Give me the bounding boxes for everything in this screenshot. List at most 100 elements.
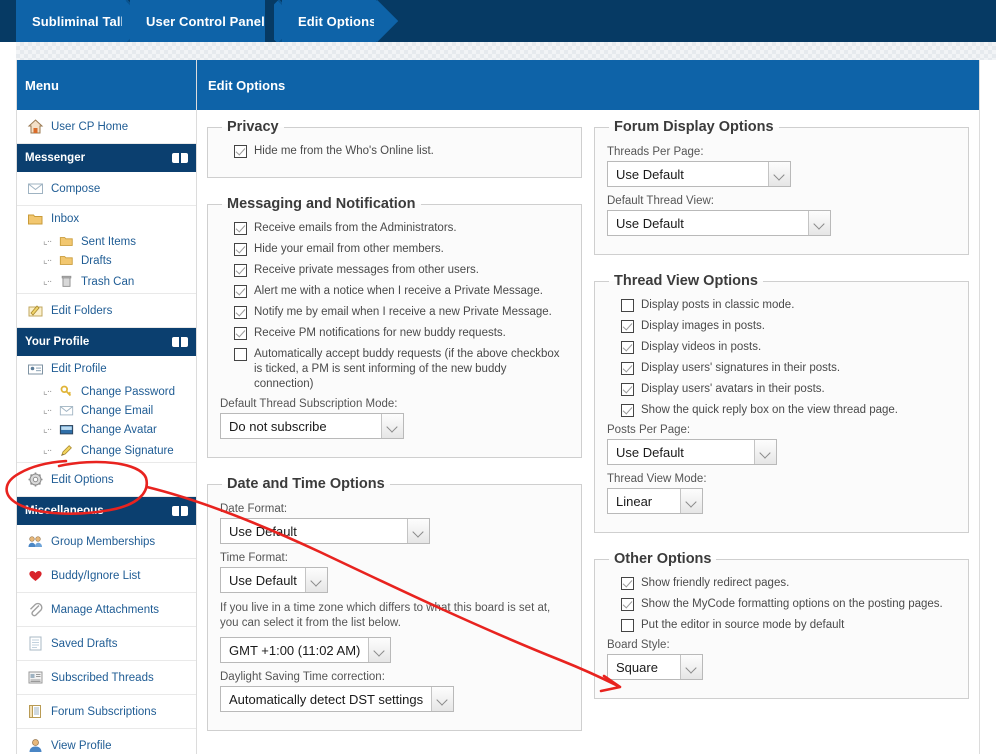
checkbox-quick-reply[interactable] <box>621 404 634 417</box>
chevron-down-icon[interactable] <box>407 519 429 543</box>
breadcrumb-item-editoptions[interactable]: Edit Options <box>282 0 377 42</box>
checkbox-row-mycode-formatting[interactable]: Show the MyCode formatting options on th… <box>621 597 956 612</box>
sidebar-item-buddy-ignore-list[interactable]: Buddy/Ignore List <box>17 559 196 593</box>
chevron-down-icon[interactable] <box>754 440 776 464</box>
key-icon <box>59 384 74 399</box>
posts-per-page-label: Posts Per Page: <box>607 424 691 436</box>
content-panel: Edit Options Privacy Hide me from the Wh… <box>197 60 980 754</box>
collapse-toggle-icon[interactable] <box>172 337 188 347</box>
sidebar-item-user-cp-home[interactable]: User CP Home <box>17 110 196 144</box>
checkbox-row-admin-emails[interactable]: Receive emails from the Administrators. <box>234 221 569 236</box>
sidebar-item-saved-drafts[interactable]: Saved Drafts <box>17 627 196 661</box>
checkbox-buddy-pm-notify[interactable] <box>234 327 247 340</box>
checkbox-row-display-videos[interactable]: Display videos in posts. <box>621 340 956 355</box>
sidebar-item-compose[interactable]: Compose <box>17 172 196 206</box>
sidebar-item-edit-folders[interactable]: Edit Folders <box>17 294 196 328</box>
checkbox-receive-pms[interactable] <box>234 264 247 277</box>
checkbox-source-mode[interactable] <box>621 619 634 632</box>
sidebar-section-label: Miscellaneous <box>25 505 104 517</box>
sidebar-item-sent-items[interactable]: ⌞·· Sent Items <box>17 232 196 251</box>
dst-select[interactable]: Automatically detect DST settings <box>220 686 455 712</box>
time-format-select[interactable]: Use Default <box>220 567 328 593</box>
checkbox-display-videos[interactable] <box>621 341 634 354</box>
checkbox-admin-emails[interactable] <box>234 222 247 235</box>
chevron-down-icon[interactable] <box>768 162 790 186</box>
chevron-down-icon[interactable] <box>304 568 327 592</box>
checkbox-label: Automatically accept buddy requests (if … <box>254 348 560 390</box>
checkbox-friendly-redirect[interactable] <box>621 577 634 590</box>
checkbox-row-display-signatures[interactable]: Display users' signatures in their posts… <box>621 361 956 376</box>
sidebar-item-group-memberships[interactable]: Group Memberships <box>17 525 196 559</box>
chevron-down-icon[interactable] <box>680 655 702 679</box>
checkbox-label: Show the MyCode formatting options on th… <box>641 598 943 610</box>
threads-per-page-select[interactable]: Use Default <box>607 161 791 187</box>
envelope-icon <box>27 180 44 197</box>
checkbox-row-hide-email[interactable]: Hide your email from other members. <box>234 242 569 257</box>
sidebar-item-change-avatar[interactable]: ⌞·· Change Avatar <box>17 420 196 439</box>
sidebar-item-subscribed-threads[interactable]: Subscribed Threads <box>17 661 196 695</box>
checkbox-mycode-formatting[interactable] <box>621 598 634 611</box>
breadcrumb-item-site[interactable]: Subliminal Talk <box>16 0 128 42</box>
sidebar-item-manage-attachments[interactable]: Manage Attachments <box>17 593 196 627</box>
sidebar-section-messenger[interactable]: Messenger <box>17 144 196 172</box>
sidebar-item-change-email[interactable]: ⌞·· Change Email <box>17 401 196 420</box>
posts-per-page-select[interactable]: Use Default <box>607 439 777 465</box>
chevron-down-icon[interactable] <box>680 489 702 513</box>
breadcrumb-item-usercp[interactable]: User Control Panel <box>130 0 265 42</box>
chevron-down-icon[interactable] <box>431 687 454 711</box>
checkbox-row-friendly-redirect[interactable]: Show friendly redirect pages. <box>621 576 956 591</box>
chevron-down-icon[interactable] <box>368 638 391 662</box>
checkbox-display-signatures[interactable] <box>621 362 634 375</box>
checkbox-pm-notice[interactable] <box>234 285 247 298</box>
checkbox-hide-email[interactable] <box>234 243 247 256</box>
chevron-down-icon[interactable] <box>381 414 403 438</box>
sidebar-item-inbox[interactable]: Inbox <box>17 206 196 232</box>
checkbox-pm-email[interactable] <box>234 306 247 319</box>
newspaper-icon <box>27 669 44 686</box>
sidebar-item-edit-options[interactable]: Edit Options <box>17 463 196 497</box>
checkbox-row-pm-email[interactable]: Notify me by email when I receive a new … <box>234 305 569 320</box>
sidebar-item-forum-subscriptions[interactable]: Forum Subscriptions <box>17 695 196 729</box>
checkbox-row-display-images[interactable]: Display images in posts. <box>621 319 956 334</box>
timezone-select[interactable]: GMT +1:00 (11:02 AM) <box>220 637 392 663</box>
checkbox-row-hide-online[interactable]: Hide me from the Who's Online list. <box>234 144 569 159</box>
collapse-toggle-icon[interactable] <box>172 153 188 163</box>
sidebar-item-change-signature[interactable]: ⌞·· Change Signature <box>17 439 196 463</box>
subscription-mode-label: Default Thread Subscription Mode: <box>220 398 398 410</box>
checkbox-row-quick-reply[interactable]: Show the quick reply box on the view thr… <box>621 403 956 418</box>
checkbox-row-buddy-pm-notify[interactable]: Receive PM notifications for new buddy r… <box>234 326 569 341</box>
threads-per-page-label: Threads Per Page: <box>607 146 704 158</box>
page-title: Edit Options <box>197 60 979 110</box>
tree-branch-icon: ⌞·· <box>43 235 52 247</box>
checkbox-display-avatars[interactable] <box>621 383 634 396</box>
breadcrumb-label: User Control Panel <box>146 13 265 29</box>
checkbox-display-images[interactable] <box>621 320 634 333</box>
sidebar-item-change-password[interactable]: ⌞·· Change Password <box>17 382 196 401</box>
checkbox-row-classic-mode[interactable]: Display posts in classic mode. <box>621 298 956 313</box>
board-style-select[interactable]: Square <box>607 654 703 680</box>
sidebar-section-miscellaneous[interactable]: Miscellaneous <box>17 497 196 525</box>
thread-view-mode-select[interactable]: Linear <box>607 488 703 514</box>
sidebar-item-drafts[interactable]: ⌞·· Drafts <box>17 251 196 270</box>
checkbox-row-source-mode[interactable]: Put the editor in source mode by default <box>621 618 956 633</box>
checkbox-row-pm-notice[interactable]: Alert me with a notice when I receive a … <box>234 284 569 299</box>
date-format-select[interactable]: Use Default <box>220 518 430 544</box>
sidebar-item-view-profile[interactable]: View Profile <box>17 729 196 754</box>
checkbox-hide-online[interactable] <box>234 145 247 158</box>
checkbox-row-receive-pms[interactable]: Receive private messages from other user… <box>234 263 569 278</box>
home-icon <box>27 118 44 135</box>
default-thread-view-select[interactable]: Use Default <box>607 210 831 236</box>
chevron-down-icon[interactable] <box>808 211 830 235</box>
subscription-mode-select[interactable]: Do not subscribe <box>220 413 404 439</box>
checkbox-row-auto-accept-buddy[interactable]: Automatically accept buddy requests (if … <box>234 347 569 392</box>
sidebar-item-trash-can[interactable]: ⌞·· Trash Can <box>17 270 196 294</box>
collapse-toggle-icon[interactable] <box>172 506 188 516</box>
checkbox-auto-accept-buddy[interactable] <box>234 348 247 361</box>
trash-icon <box>59 274 74 289</box>
sidebar-item-label: Edit Options <box>51 473 114 486</box>
sidebar-section-your-profile[interactable]: Your Profile <box>17 328 196 356</box>
checkbox-classic-mode[interactable] <box>621 299 634 312</box>
sidebar-item-label: Inbox <box>51 213 80 225</box>
checkbox-row-display-avatars[interactable]: Display users' avatars in their posts. <box>621 382 956 397</box>
sidebar-item-edit-profile[interactable]: Edit Profile <box>17 356 196 382</box>
